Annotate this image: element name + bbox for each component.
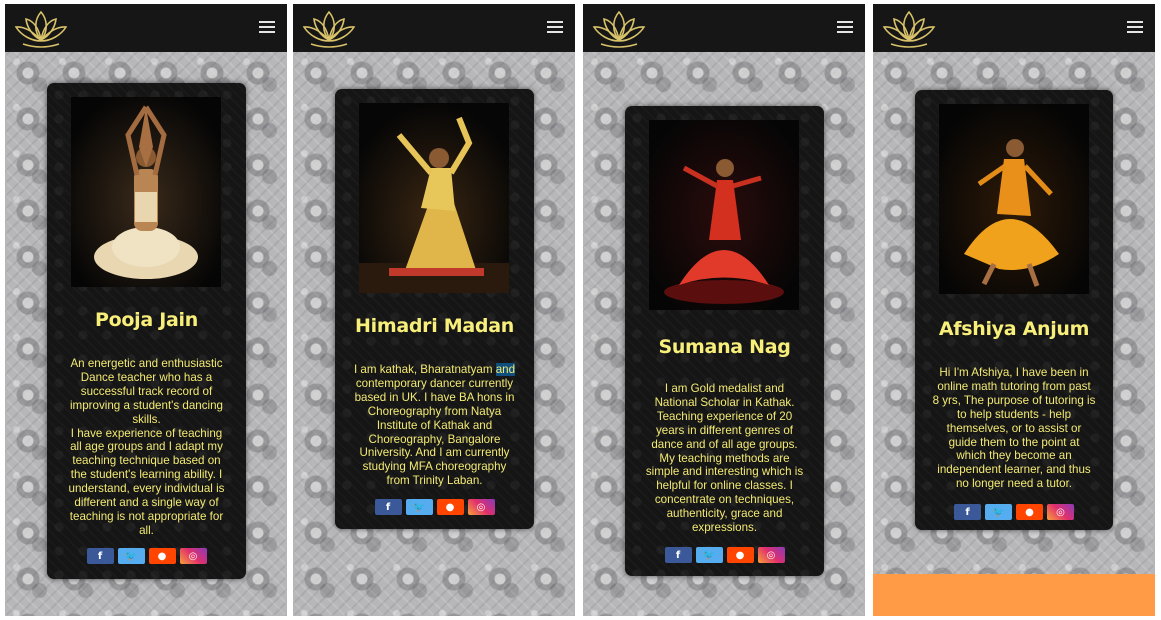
hamburger-menu-icon[interactable] <box>547 21 563 34</box>
teacher-name: Afshiya Anjum <box>938 318 1090 340</box>
footer-bar <box>873 574 1155 616</box>
twitter-icon[interactable]: 🐦 <box>695 547 723 563</box>
teacher-bio: I am Gold medalist and National Scholar … <box>645 382 804 535</box>
reddit-icon[interactable]: ● <box>148 548 176 564</box>
lotus-logo-icon[interactable] <box>297 6 361 50</box>
instagram-icon[interactable]: ◎ <box>179 548 207 564</box>
teacher-photo <box>359 103 509 293</box>
reddit-icon[interactable]: ● <box>726 547 754 563</box>
teacher-photo <box>71 97 221 287</box>
top-nav-bar <box>5 4 287 52</box>
phone-screen-1: Pooja Jain An energetic and enthusiastic… <box>5 4 287 616</box>
teacher-bio: An energetic and enthusiastic Dance teac… <box>68 357 225 537</box>
phone-screen-2: Himadri Madan I am kathak, Bharatnatyam … <box>293 4 575 616</box>
hamburger-menu-icon[interactable] <box>837 21 853 34</box>
top-nav-bar <box>583 4 865 52</box>
facebook-icon[interactable]: f <box>374 499 402 515</box>
social-share-bar: f 🐦 ● ◎ <box>915 504 1113 520</box>
phone-screen-3: Sumana Nag I am Gold medalist and Nation… <box>583 4 865 616</box>
teacher-photo <box>649 120 799 310</box>
teacher-photo <box>939 104 1089 294</box>
phone-screen-4: Afshiya Anjum Hi I'm Afshiya, I have bee… <box>873 4 1155 616</box>
hamburger-menu-icon[interactable] <box>1127 21 1143 34</box>
social-share-bar: f 🐦 ● ◎ <box>625 547 824 563</box>
teacher-name: Pooja Jain <box>95 309 198 331</box>
facebook-icon[interactable]: f <box>86 548 114 564</box>
social-share-bar: f 🐦 ● ◎ <box>47 548 246 564</box>
top-nav-bar <box>293 4 575 52</box>
lotus-logo-icon[interactable] <box>877 6 941 50</box>
reddit-icon[interactable]: ● <box>436 499 464 515</box>
teacher-bio: I am kathak, Bharatnatyam and contempora… <box>353 363 516 488</box>
teacher-bio: Hi I'm Afshiya, I have been in online ma… <box>932 366 1096 491</box>
twitter-icon[interactable]: 🐦 <box>117 548 145 564</box>
reddit-icon[interactable]: ● <box>1016 504 1043 520</box>
social-share-bar: f 🐦 ● ◎ <box>335 499 534 515</box>
teacher-card: Afshiya Anjum Hi I'm Afshiya, I have bee… <box>915 90 1113 530</box>
teacher-card: Sumana Nag I am Gold medalist and Nation… <box>625 106 824 576</box>
facebook-icon[interactable]: f <box>664 547 692 563</box>
hamburger-menu-icon[interactable] <box>259 21 275 34</box>
top-nav-bar <box>873 4 1155 52</box>
teacher-card: Pooja Jain An energetic and enthusiastic… <box>47 83 246 579</box>
lotus-logo-icon[interactable] <box>9 6 73 50</box>
teacher-name: Himadri Madan <box>355 315 514 337</box>
instagram-icon[interactable]: ◎ <box>467 499 495 515</box>
twitter-icon[interactable]: 🐦 <box>985 504 1012 520</box>
facebook-icon[interactable]: f <box>954 504 981 520</box>
teacher-name: Sumana Nag <box>658 336 791 358</box>
twitter-icon[interactable]: 🐦 <box>405 499 433 515</box>
lotus-logo-icon[interactable] <box>587 6 651 50</box>
teacher-card: Himadri Madan I am kathak, Bharatnatyam … <box>335 89 534 529</box>
instagram-icon[interactable]: ◎ <box>757 547 785 563</box>
instagram-icon[interactable]: ◎ <box>1047 504 1074 520</box>
